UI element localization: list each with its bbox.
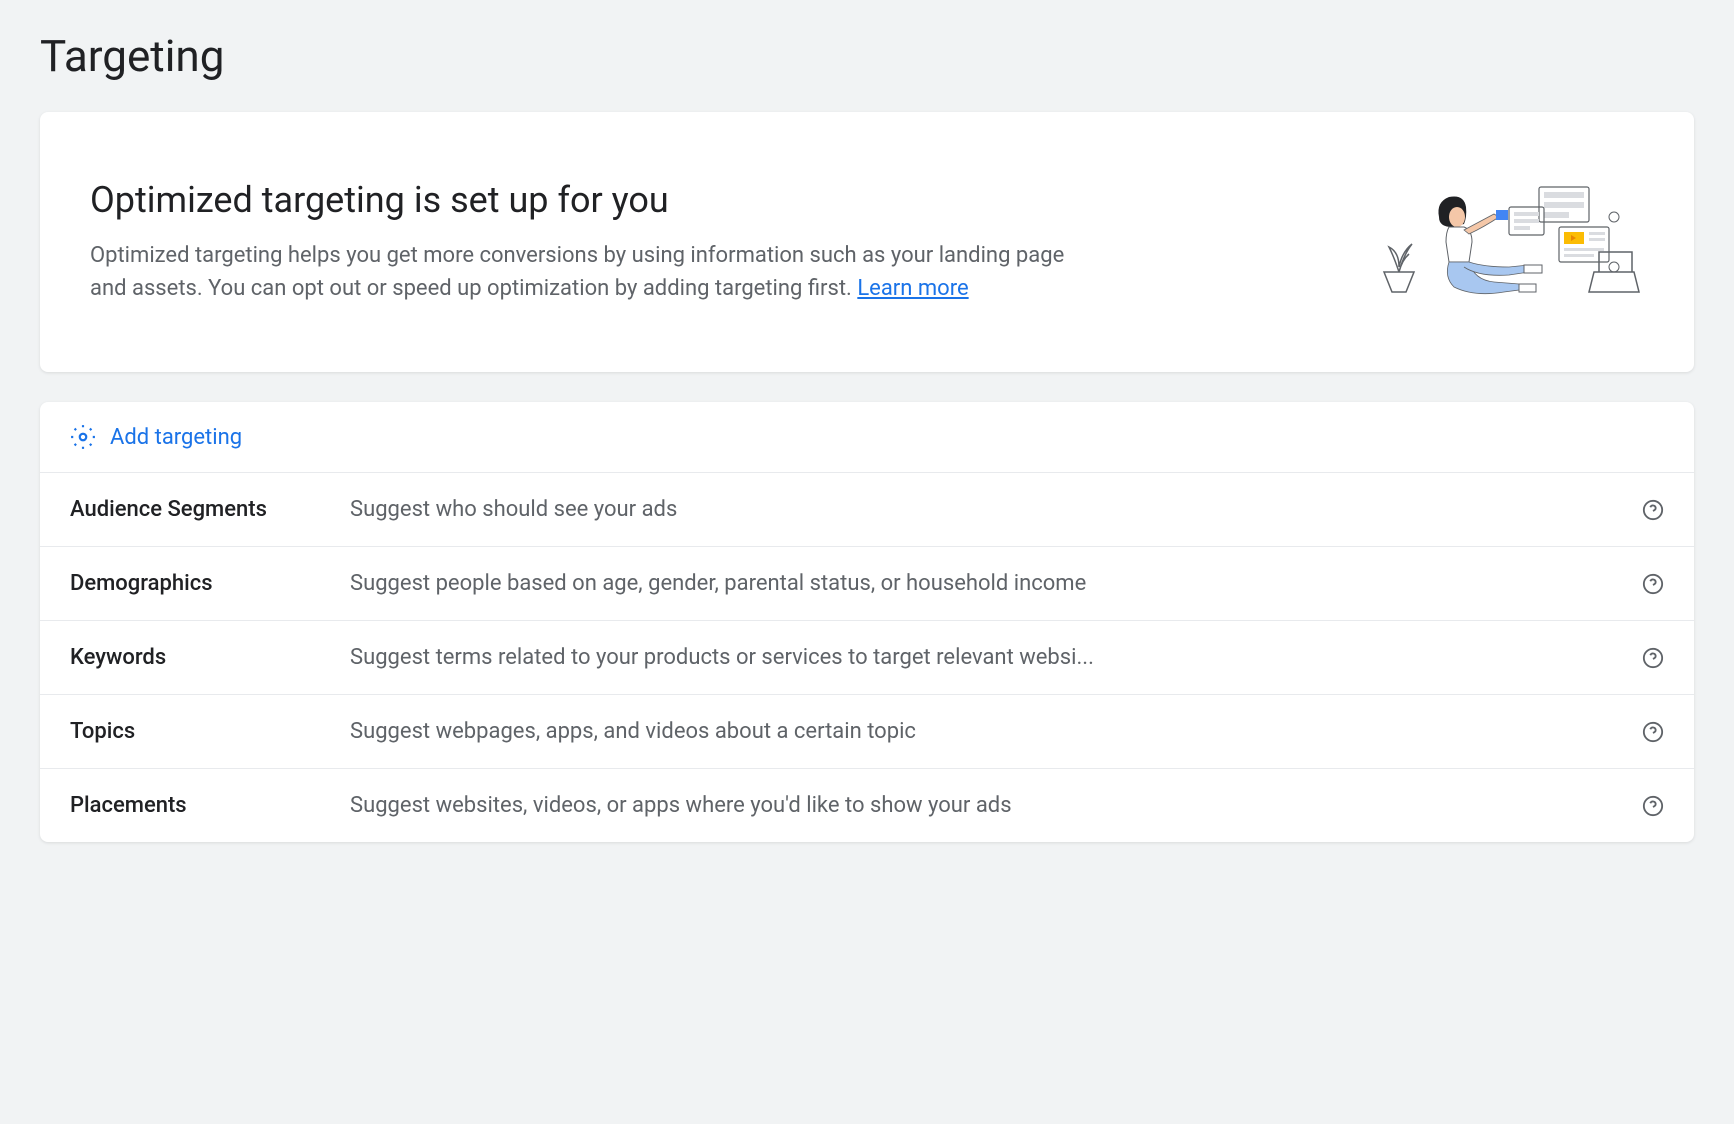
row-description: Suggest people based on age, gender, par… <box>350 571 1634 596</box>
targeting-row-audience-segments[interactable]: Audience Segments Suggest who should see… <box>40 473 1694 547</box>
targeting-row-keywords[interactable]: Keywords Suggest terms related to your p… <box>40 621 1694 695</box>
add-targeting-label: Add targeting <box>110 425 242 450</box>
row-label: Topics <box>70 719 350 744</box>
row-description: Suggest who should see your ads <box>350 497 1634 522</box>
hero-illustration <box>1364 172 1644 312</box>
help-icon[interactable] <box>1642 573 1664 595</box>
optimized-targeting-card: Optimized targeting is set up for you Op… <box>40 112 1694 372</box>
help-icon[interactable] <box>1642 721 1664 743</box>
row-label: Keywords <box>70 645 350 670</box>
row-description: Suggest terms related to your products o… <box>350 645 1634 670</box>
targeting-row-placements[interactable]: Placements Suggest websites, videos, or … <box>40 769 1694 842</box>
add-targeting-header[interactable]: Add targeting <box>40 402 1694 473</box>
hero-description: Optimized targeting helps you get more c… <box>90 239 1090 305</box>
row-description: Suggest websites, videos, or apps where … <box>350 793 1634 818</box>
gear-icon <box>70 424 96 450</box>
learn-more-link[interactable]: Learn more <box>857 276 968 301</box>
row-label: Demographics <box>70 571 350 596</box>
page-title: Targeting <box>40 30 1694 82</box>
hero-title: Optimized targeting is set up for you <box>90 179 1090 221</box>
help-icon[interactable] <box>1642 795 1664 817</box>
row-label: Placements <box>70 793 350 818</box>
row-label: Audience Segments <box>70 497 350 522</box>
help-icon[interactable] <box>1642 499 1664 521</box>
hero-text: Optimized targeting is set up for you Op… <box>90 179 1090 305</box>
targeting-list-card: Add targeting Audience Segments Suggest … <box>40 402 1694 842</box>
targeting-row-demographics[interactable]: Demographics Suggest people based on age… <box>40 547 1694 621</box>
row-description: Suggest webpages, apps, and videos about… <box>350 719 1634 744</box>
help-icon[interactable] <box>1642 647 1664 669</box>
targeting-row-topics[interactable]: Topics Suggest webpages, apps, and video… <box>40 695 1694 769</box>
